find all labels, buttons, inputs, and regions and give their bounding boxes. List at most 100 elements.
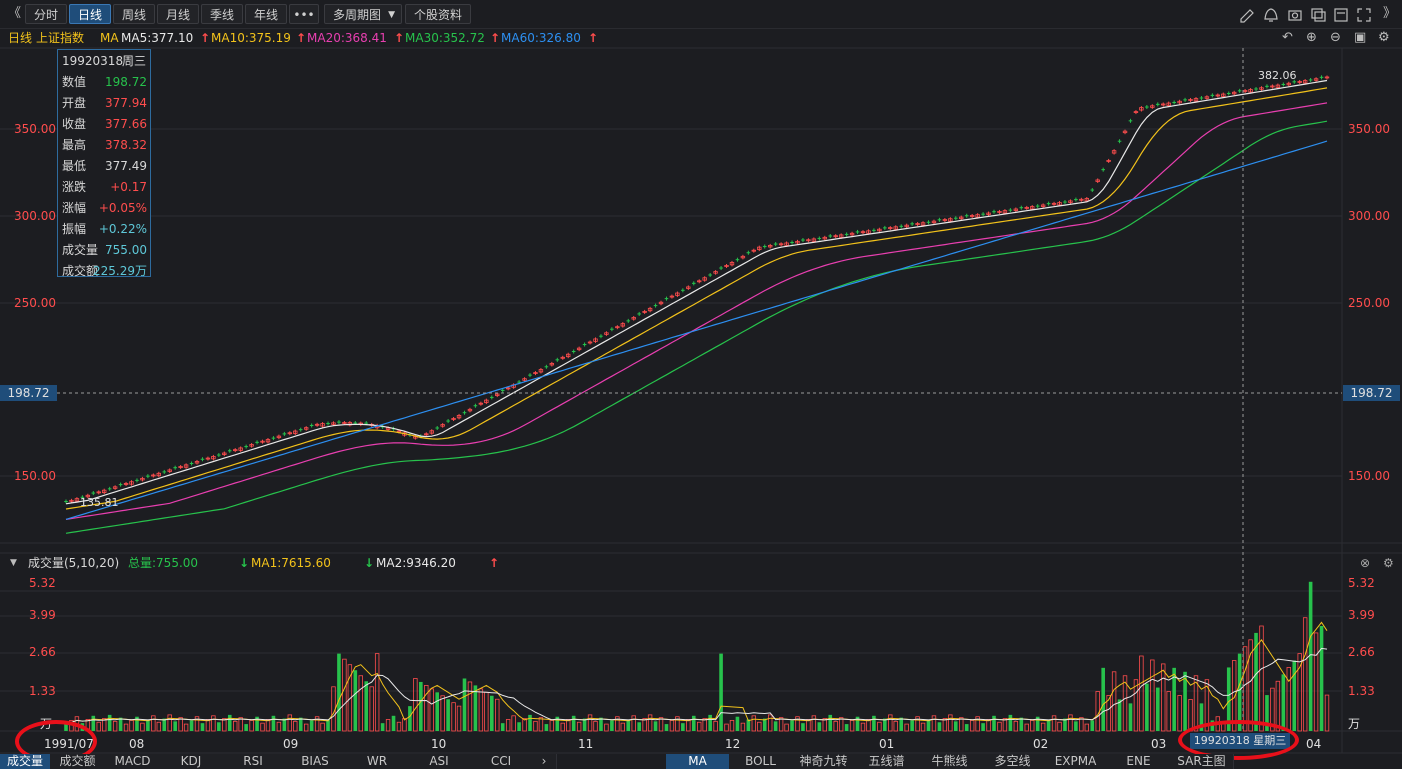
vol-tick-left: 1.33 [29, 684, 56, 698]
volume-bar [440, 695, 445, 732]
candle [189, 462, 194, 464]
vol-tick-right: 5.32 [1348, 576, 1375, 590]
info-row: 成交额 225.29万 [62, 262, 150, 280]
volume-bar [419, 681, 423, 731]
info-row: 成交量 755.00 [62, 241, 150, 259]
tab-indicator[interactable]: WR [346, 754, 409, 769]
volume-bar [249, 720, 254, 732]
settings-icon[interactable]: ⚙ [1383, 554, 1394, 572]
volume-bar [767, 714, 773, 732]
volume-ma2: MA2:9346.20 [376, 556, 456, 570]
candle [637, 313, 641, 315]
info-key: 振幅 [62, 222, 87, 236]
volume-bar [1302, 617, 1308, 732]
candle [746, 252, 751, 254]
ma5-line [65, 79, 1328, 505]
info-row: 最低 377.49 [62, 157, 150, 175]
volume-bar [937, 722, 942, 731]
tab-overlay-2[interactable]: 神奇九转 [792, 754, 856, 769]
close-icon[interactable]: ⊗ [1360, 554, 1370, 572]
candle [910, 223, 914, 225]
candle [1199, 97, 1204, 99]
volume-bar [953, 721, 958, 731]
volume-bar [293, 720, 298, 732]
info-weekday: 周三 [122, 54, 147, 68]
volume-ma1: MA1:7615.60 [251, 556, 331, 570]
volume-bar [189, 720, 194, 731]
volume-bar [342, 658, 347, 732]
candle [217, 454, 221, 456]
chevron-right-icon[interactable]: › [532, 754, 557, 769]
candle [1254, 88, 1258, 90]
candle [708, 274, 712, 276]
collapse-triangle-icon[interactable]: ▼ [10, 554, 17, 572]
volume-bar [217, 722, 221, 731]
info-value: 377.49 [105, 159, 147, 173]
volume-bar [309, 720, 314, 731]
time-axis-month: 02 [1033, 737, 1049, 751]
tab-overlay-5[interactable]: 多空线 [981, 754, 1045, 769]
tab-indicator[interactable]: 成交额 [50, 754, 106, 769]
volume-bar [1319, 626, 1324, 731]
tab-indicator[interactable]: MACD [105, 754, 161, 769]
price-tick-left: 350.00 [14, 122, 56, 136]
volume-total: 总量:755.00 [128, 556, 199, 570]
volume-bar [1008, 714, 1013, 731]
volume-bar [1324, 694, 1330, 732]
candle [872, 229, 876, 231]
low-price-marker: 135.81 [80, 496, 119, 509]
tab-indicator[interactable]: CCI [470, 754, 533, 769]
volume-bar [429, 688, 434, 732]
volume-bar [462, 678, 467, 731]
info-value: +0.22% [98, 222, 147, 236]
volume-bar [1095, 691, 1100, 732]
candle [1101, 169, 1105, 171]
volume-bar [358, 675, 363, 732]
volume-bar [1101, 667, 1105, 731]
vol-tick-right: 3.99 [1348, 608, 1375, 622]
tab-overlay-4[interactable]: 牛熊线 [918, 754, 982, 769]
tab-overlay-6[interactable]: EXPMA [1044, 754, 1108, 769]
info-value: 378.32 [105, 138, 147, 152]
volume-bar [320, 722, 325, 732]
tab-indicator[interactable]: RSI [222, 754, 285, 769]
price-tick-left: 150.00 [14, 469, 56, 483]
high-price-marker: 382.06 [1258, 69, 1297, 82]
tab-indicator[interactable]: ASI [408, 754, 471, 769]
candle [828, 235, 833, 237]
volume-bar [1177, 695, 1182, 732]
tab-volume[interactable]: 成交量 [0, 754, 51, 769]
vol-tick-left: 5.32 [29, 576, 56, 590]
tab-overlay-1[interactable]: BOLL [729, 754, 793, 769]
tab-overlay-8[interactable]: SAR主图 [1170, 754, 1234, 769]
volume-bar [1139, 655, 1144, 732]
candle [817, 237, 822, 239]
vol-unit-right: 万 [1348, 717, 1361, 731]
candle [282, 433, 287, 435]
candle [146, 475, 150, 477]
tab-indicator[interactable]: KDJ [160, 754, 223, 769]
candle [691, 282, 696, 284]
volume-bar [222, 718, 227, 732]
volume-bar [637, 722, 641, 731]
candle [719, 267, 723, 269]
vol-tick-left: 2.66 [29, 645, 56, 659]
kline-chart[interactable] [0, 0, 1402, 769]
tab-overlay-3[interactable]: 五线谱 [855, 754, 919, 769]
tab-overlay-7[interactable]: ENE [1107, 754, 1171, 769]
volume-bar [484, 691, 489, 732]
candle [500, 389, 505, 391]
volume-bar [538, 717, 544, 732]
tab-indicator[interactable]: BIAS [284, 754, 347, 769]
volume-bar [948, 714, 953, 732]
volume-bar [1117, 699, 1122, 731]
crosshair-price-left: 198.72 [0, 385, 57, 401]
candle [599, 335, 603, 337]
price-tick-right: 300.00 [1348, 209, 1390, 223]
candle [555, 359, 560, 361]
vol-tick-right: 2.66 [1348, 645, 1375, 659]
info-key: 数值 [62, 75, 87, 89]
volume-bar [713, 720, 718, 732]
tab-overlay-0[interactable]: MA [666, 754, 730, 769]
candle [1226, 92, 1231, 94]
